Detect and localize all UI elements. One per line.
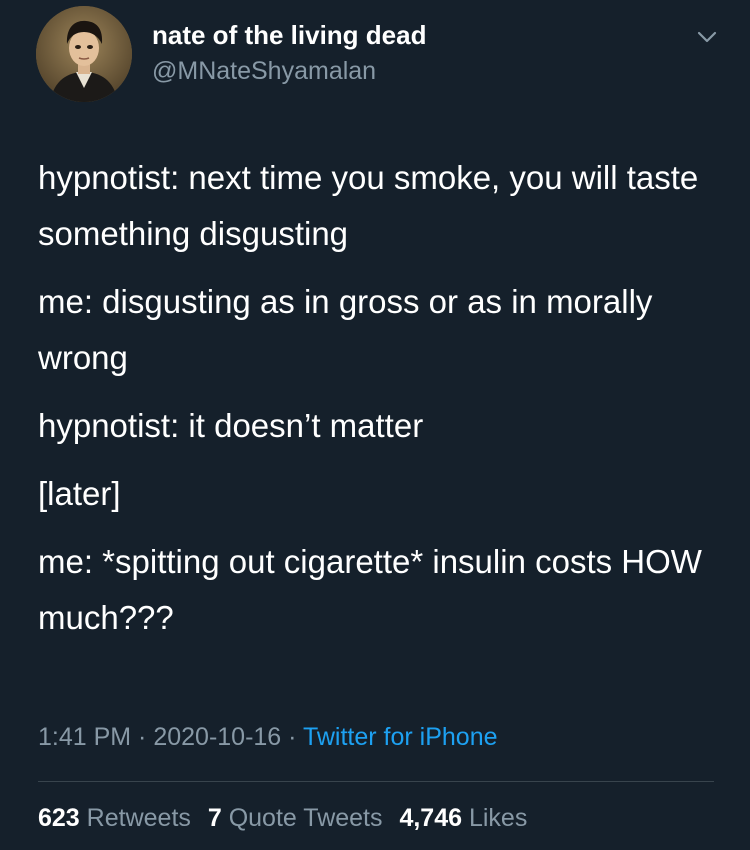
- tweet-source-link[interactable]: Twitter for iPhone: [303, 723, 498, 751]
- tweet-card: nate of the living dead @MNateShyamalan …: [0, 0, 750, 850]
- tweet-text: hypnotist: next time you smoke, you will…: [38, 150, 718, 658]
- quote-tweets-label: Quote Tweets: [228, 804, 383, 832]
- chevron-down-icon[interactable]: [692, 22, 722, 52]
- retweets-label: Retweets: [86, 804, 191, 832]
- tweet-paragraph: [later]: [38, 475, 121, 512]
- tweet-paragraph: hypnotist: next time you smoke, you will…: [38, 159, 699, 252]
- meta-separator: ·: [281, 723, 303, 751]
- meta-separator: ·: [131, 723, 154, 751]
- quote-tweets-count: 7: [207, 804, 222, 832]
- likes-count: 4,746: [399, 804, 463, 832]
- quote-tweets-stat[interactable]: 7 Quote Tweets: [208, 804, 383, 832]
- tweet-paragraph: me: disgusting as in gross or as in mora…: [38, 283, 653, 376]
- tweet-paragraph: me: *spitting out cigarette* insulin cos…: [38, 543, 702, 636]
- retweets-count: 623: [38, 804, 80, 832]
- author-handle[interactable]: @MNateShyamalan: [152, 57, 376, 86]
- divider: [38, 781, 714, 782]
- tweet-date[interactable]: 2020-10-16: [153, 723, 281, 751]
- tweet-stats: 623 Retweets 7 Quote Tweets 4,746 Likes: [38, 804, 537, 833]
- likes-label: Likes: [468, 804, 528, 832]
- tweet-metadata: 1:41 PM · 2020-10-16 · Twitter for iPhon…: [38, 723, 498, 752]
- author-avatar[interactable]: [36, 6, 132, 102]
- author-display-name[interactable]: nate of the living dead: [152, 20, 426, 51]
- tweet-paragraph: hypnotist: it doesn’t matter: [38, 407, 424, 444]
- tweet-time[interactable]: 1:41 PM: [38, 723, 131, 751]
- likes-stat[interactable]: 4,746 Likes: [399, 804, 527, 832]
- retweets-stat[interactable]: 623 Retweets: [38, 804, 191, 832]
- portrait-avatar-icon: [36, 6, 132, 102]
